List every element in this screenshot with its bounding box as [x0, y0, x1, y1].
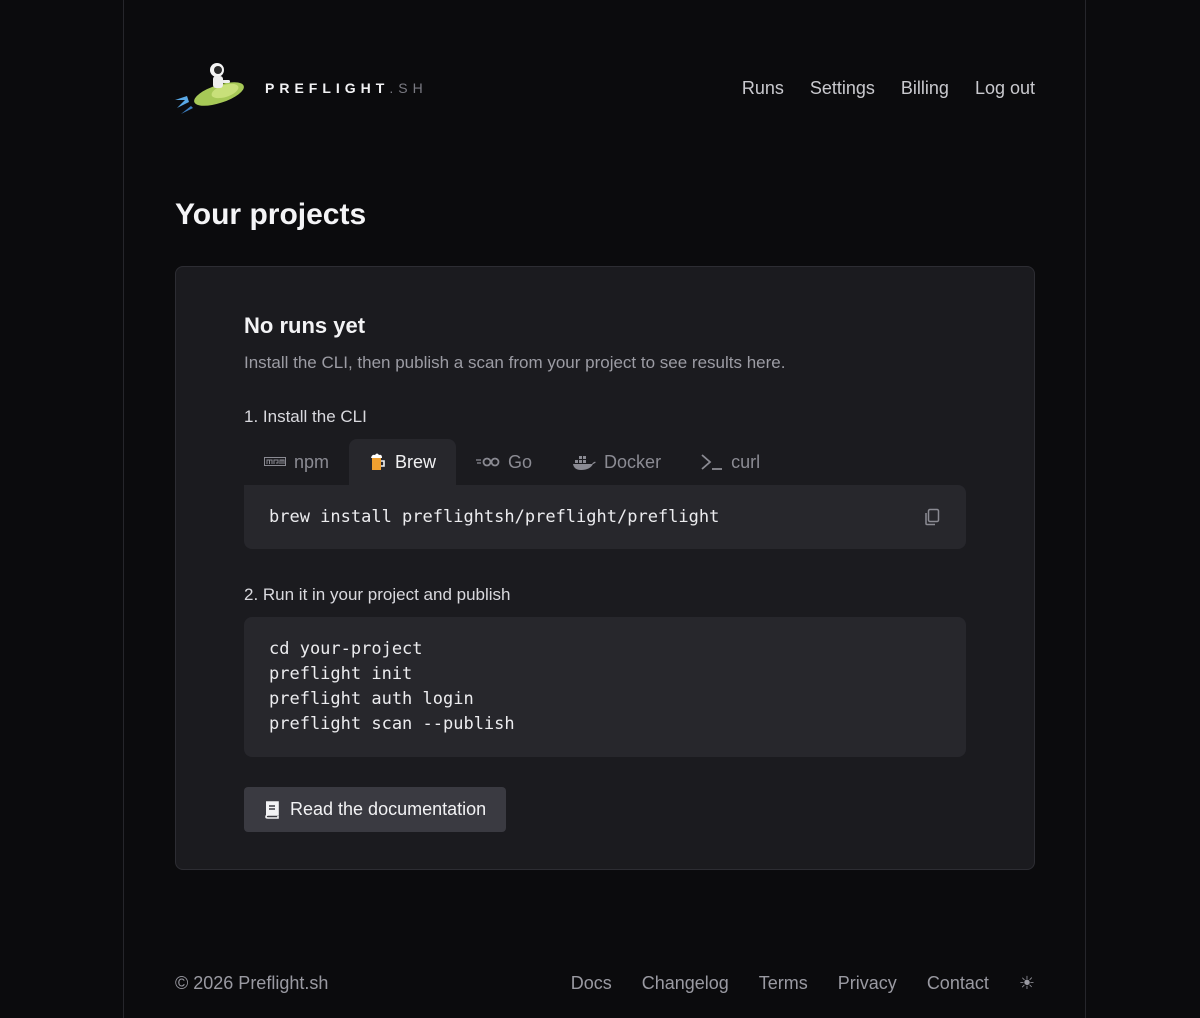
nav-runs-link[interactable]: Runs	[742, 78, 784, 99]
empty-state-subtitle: Install the CLI, then publish a scan fro…	[244, 353, 786, 372]
empty-state-card: No runs yet Install the CLI, then publis…	[175, 266, 1035, 870]
install-command-box: brew install preflightsh/preflight/prefl…	[244, 485, 966, 549]
site-header: PREFLIGHT.SH Runs Settings Billing Log o…	[175, 56, 1035, 120]
tab-go[interactable]: Go	[456, 439, 552, 485]
brand-name: PREFLIGHT	[265, 80, 390, 96]
tab-curl-label: curl	[731, 451, 761, 472]
install-command[interactable]: brew install preflightsh/preflight/prefl…	[269, 507, 719, 527]
tab-brew-label: Brew	[395, 451, 437, 472]
beer-icon	[371, 453, 385, 470]
nav-logout-link[interactable]: Log out	[975, 78, 1035, 99]
footer-contact-link[interactable]: Contact	[927, 973, 989, 994]
book-icon	[265, 800, 279, 819]
empty-state-title: No runs yet	[244, 313, 366, 338]
footer-links: Docs Changelog Terms Privacy Contact ☀	[571, 973, 1035, 994]
tab-npm[interactable]: npm	[244, 439, 349, 485]
footer-copyright: © 2026 Preflight.sh	[175, 972, 329, 993]
tab-go-label: Go	[508, 451, 533, 472]
footer-privacy-link[interactable]: Privacy	[838, 973, 897, 994]
go-icon	[476, 457, 500, 467]
run-commands-block[interactable]: cd your-project preflight init preflight…	[244, 617, 966, 757]
copy-icon[interactable]	[922, 507, 942, 527]
tab-brew[interactable]: Brew	[349, 439, 457, 485]
footer-docs-link[interactable]: Docs	[571, 973, 612, 994]
npm-icon	[264, 457, 286, 466]
footer-changelog-link[interactable]: Changelog	[642, 973, 729, 994]
code-line: preflight scan --publish	[269, 714, 515, 734]
read-docs-button[interactable]: Read the documentation	[244, 787, 507, 832]
nav-settings-link[interactable]: Settings	[810, 78, 875, 99]
install-step-label: 1. Install the CLI	[244, 407, 367, 426]
nav-billing-link[interactable]: Billing	[901, 78, 949, 99]
brand-suffix: .SH	[389, 80, 428, 96]
empty-state-content: No runs yet Install the CLI, then publis…	[244, 313, 966, 832]
tab-docker-label: Docker	[604, 451, 662, 472]
code-line: preflight init	[269, 664, 413, 684]
code-line: preflight auth login	[269, 689, 474, 709]
theme-toggle-sun-icon[interactable]: ☀	[1019, 973, 1035, 994]
terminal-icon	[701, 454, 723, 470]
site-footer: © 2026 Preflight.sh Docs Changelog Terms…	[175, 968, 1035, 998]
tab-docker[interactable]: Docker	[552, 439, 681, 485]
docker-icon	[573, 456, 597, 470]
run-step-label: 2. Run it in your project and publish	[244, 585, 511, 604]
code-line: cd your-project	[269, 639, 423, 659]
brand-wordmark: PREFLIGHT.SH	[265, 80, 428, 96]
tab-npm-label: npm	[294, 451, 330, 472]
page-title: Your projects	[175, 198, 367, 231]
main-nav: Runs Settings Billing Log out	[742, 78, 1035, 99]
rocket-astronaut-logo	[175, 63, 244, 114]
brand[interactable]: PREFLIGHT.SH	[175, 56, 428, 120]
read-docs-label: Read the documentation	[290, 799, 487, 819]
install-tabs: npm Brew Go Docker curl	[244, 439, 966, 485]
footer-terms-link[interactable]: Terms	[759, 973, 808, 994]
tab-curl[interactable]: curl	[681, 439, 780, 485]
